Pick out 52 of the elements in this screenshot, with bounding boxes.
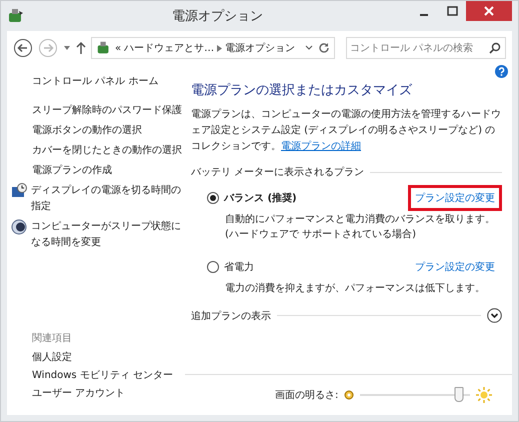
dim-sun-icon xyxy=(344,390,354,400)
plan-settings-link[interactable]: プラン設定の変更 xyxy=(408,254,502,280)
intro-text: 電源プランは、コンピューターの電源の使用方法を管理するハードウェア設定とシステム設定 (ディスプレイの明るさやスリープなど) のコレクションです。電源プランの詳細 xyxy=(191,108,502,154)
chevron-down-icon xyxy=(487,308,502,323)
sidebar-link[interactable]: ディスプレイの電源を切る時間の指定 xyxy=(31,183,185,215)
plan-settings-link[interactable]: プラン設定の変更 xyxy=(408,185,502,211)
more-plans-label: 追加プランの表示 xyxy=(191,310,271,322)
details-link[interactable]: 電源プランの詳細 xyxy=(281,141,361,152)
expand-button[interactable] xyxy=(487,308,502,323)
close-button[interactable] xyxy=(466,1,512,21)
sidebar-link[interactable]: 個人設定 xyxy=(7,349,185,367)
plan-description: 自動的にパフォーマンスと電力消費のバランスを取ります。(ハードウェアで サポートされている場合) xyxy=(224,212,496,242)
breadcrumb[interactable]: ハードウェアとサ… xyxy=(124,41,214,55)
breadcrumb-overflow[interactable]: « xyxy=(115,42,122,54)
section-heading: 関連項目 xyxy=(31,332,73,346)
chevron-icon[interactable] xyxy=(217,44,222,52)
bright-sun-icon xyxy=(476,387,492,403)
page-heading: 電源プランの選択またはカスタマイズ xyxy=(191,82,413,99)
power-app-icon xyxy=(7,7,25,25)
sidebar-link[interactable]: コントロール パネル ホーム xyxy=(7,73,185,91)
maximize-icon xyxy=(446,6,458,16)
radio-button[interactable] xyxy=(207,192,219,204)
sidebar-link[interactable]: スリープ解除時のパスワード保護 xyxy=(32,103,182,119)
brightness-label: 画面の明るさ: xyxy=(275,389,338,402)
refresh-icon xyxy=(318,42,330,54)
sidebar-link[interactable]: 電源ボタンの動作の選択 xyxy=(32,123,142,139)
sidebar-link[interactable]: ユーザー アカウント xyxy=(7,385,185,403)
window-title: 電源オプション xyxy=(171,8,264,25)
sidebar-link[interactable]: Windows モビリティ センター xyxy=(7,367,185,385)
chevron-down-icon[interactable] xyxy=(305,45,313,51)
plan-name[interactable]: 省電力 xyxy=(224,260,403,274)
brightness-slider[interactable] xyxy=(360,388,470,402)
dropdown-icon[interactable] xyxy=(63,45,71,51)
monitor-clock-icon xyxy=(11,183,27,199)
sidebar-link[interactable]: コンピューターがスリープ状態になる時間を変更 xyxy=(31,219,185,251)
up-arrow-icon[interactable] xyxy=(76,41,86,55)
back-icon[interactable] xyxy=(13,38,33,58)
search-field[interactable]: コントロール パネルの検索 xyxy=(346,37,506,59)
search-icon[interactable] xyxy=(489,42,501,54)
sidebar-link[interactable]: 電源プランの作成 xyxy=(32,163,112,179)
plan-name[interactable]: バランス (推奨) xyxy=(224,191,403,205)
group-label: バッテリ メーターに表示されるプラン xyxy=(191,166,364,179)
refresh-button[interactable] xyxy=(313,37,335,59)
address-bar[interactable]: « ハードウェアとサ… 電源オプション xyxy=(91,37,314,59)
close-icon xyxy=(484,6,494,16)
radio-button[interactable] xyxy=(207,261,219,273)
plan-description: 電力の消費を抑えますが、パフォーマンスは低下します。 xyxy=(224,282,486,296)
breadcrumb[interactable]: 電源オプション xyxy=(225,41,296,55)
help-icon[interactable] xyxy=(495,65,508,78)
moon-icon xyxy=(11,219,27,235)
minimize-icon xyxy=(420,14,428,16)
sidebar-link[interactable]: カバーを閉じたときの動作の選択 xyxy=(32,143,182,159)
